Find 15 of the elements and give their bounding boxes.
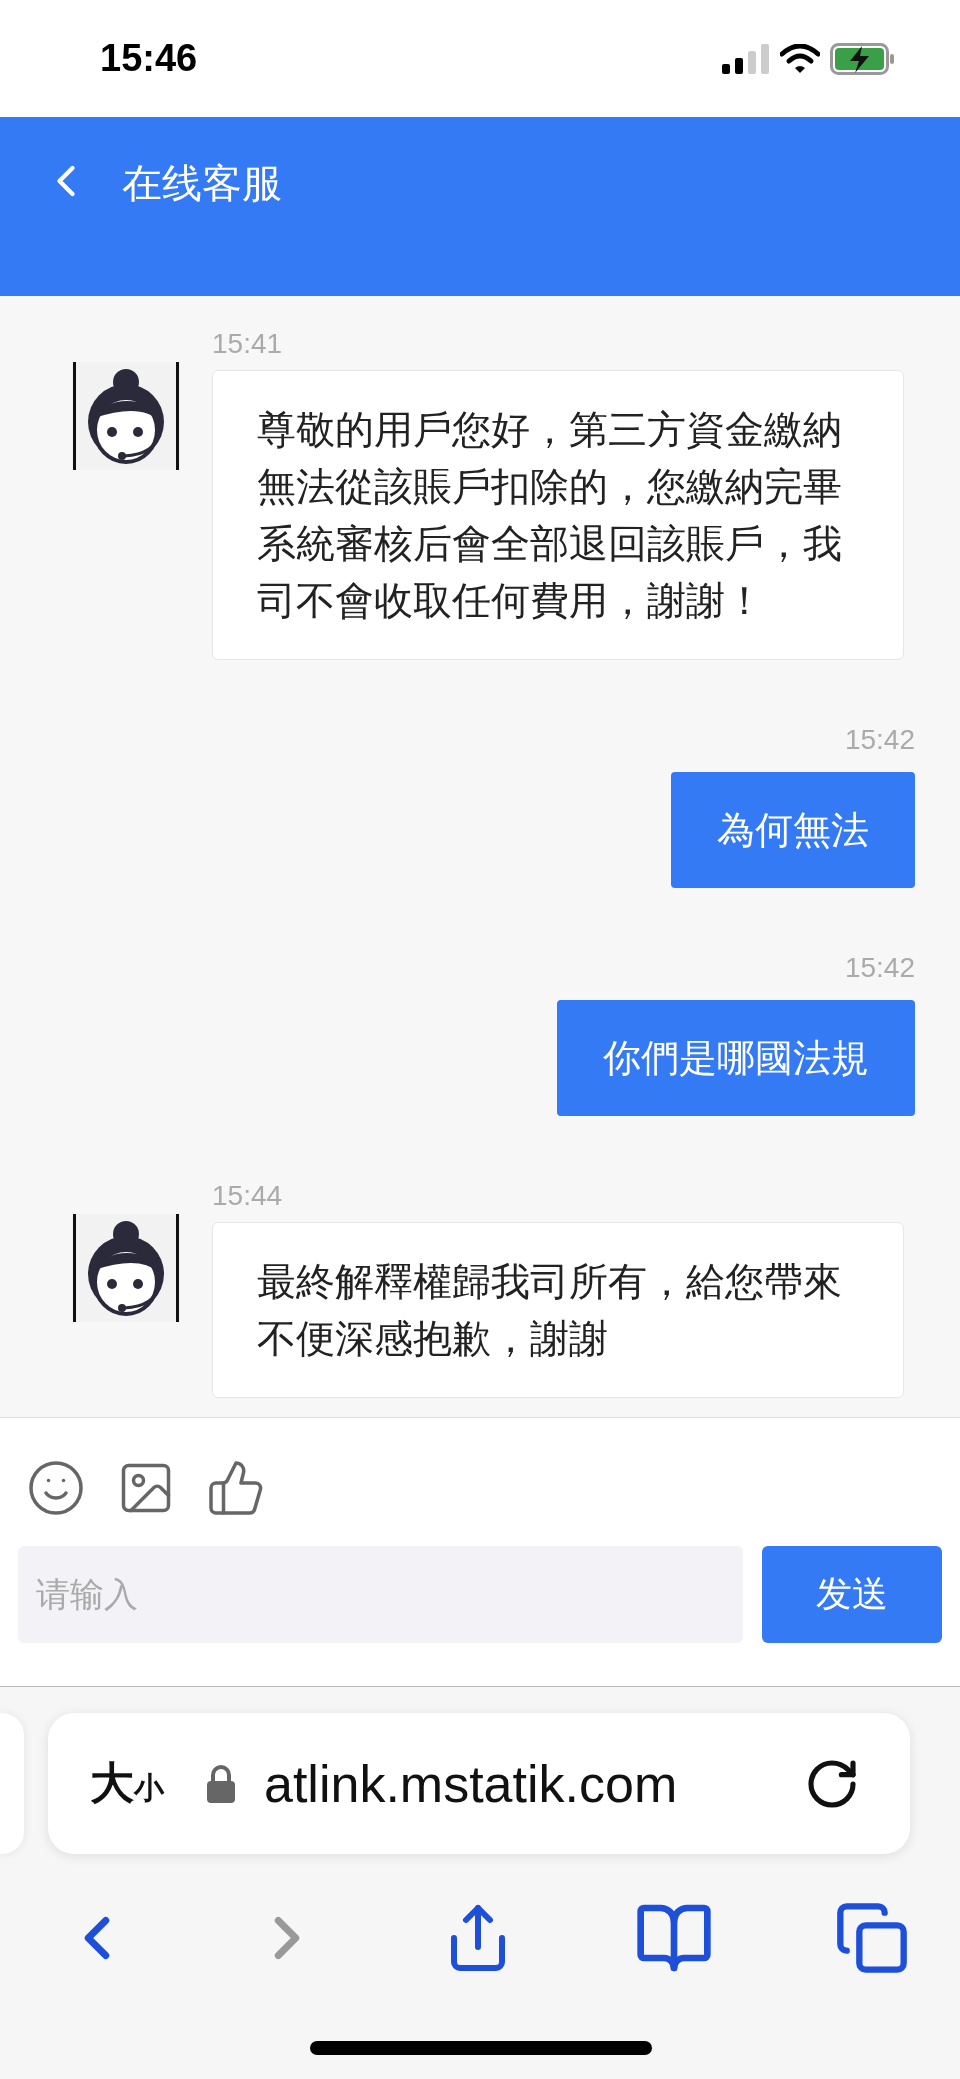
message-time: 15:42 [844, 951, 915, 985]
agent-message: 尊敬的用戶您好，第三方資金繳納無法從該賬戶扣除的，您繳納完畢系統審核后會全部退回該賬戶，我司不會收取任何費用，謝謝！ [212, 370, 904, 660]
agent-message: 最終解釋權歸我司所有，給您帶來不便深感抱歉，謝謝 [212, 1222, 904, 1398]
address-bar[interactable]: 大小 atlink.mstatik.com [48, 1713, 910, 1854]
header-title: 在线客服 [122, 160, 282, 207]
message-input[interactable]: 请输入 [18, 1546, 743, 1643]
message-time: 15:41 [212, 327, 283, 361]
url-text: atlink.mstatik.com [264, 1753, 679, 1814]
user-message: 你們是哪國法規 [557, 1000, 915, 1116]
message-time: 15:44 [212, 1179, 283, 1213]
message-time: 15:42 [844, 723, 915, 757]
text-size-button[interactable]: 大小 [76, 1754, 178, 1813]
send-button[interactable]: 发送 [762, 1546, 942, 1643]
user-message: 為何無法 [671, 772, 915, 888]
status-time: 15:46 [100, 37, 198, 80]
